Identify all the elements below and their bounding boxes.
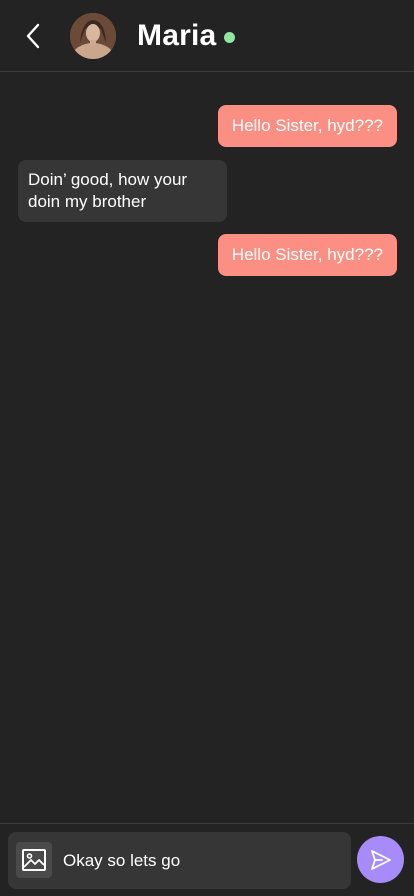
chevron-left-icon <box>26 23 40 49</box>
contact-name: Maria <box>137 19 217 52</box>
chat-header: Maria <box>0 0 414 72</box>
image-icon <box>22 849 46 871</box>
message-bubble-sent: Hello Sister, hyd??? <box>217 105 397 147</box>
message-composer <box>0 823 414 896</box>
back-button[interactable] <box>18 20 48 52</box>
avatar[interactable] <box>70 13 116 59</box>
send-button[interactable] <box>357 836 404 883</box>
message-bubble-sent: Hello Sister, hyd??? <box>217 234 397 276</box>
message-bubble-received: Doin’ good, how your doin my brother <box>18 160 227 222</box>
message-list: Hello Sister, hyd??? Doin’ good, how you… <box>0 73 414 823</box>
online-status-dot <box>224 32 235 43</box>
message-input[interactable] <box>63 832 343 889</box>
message-input-container <box>8 832 351 889</box>
chat-screen: Maria Hello Sister, hyd??? Doin’ good, h… <box>0 0 414 896</box>
attach-image-button[interactable] <box>16 842 52 878</box>
send-icon <box>370 849 391 870</box>
